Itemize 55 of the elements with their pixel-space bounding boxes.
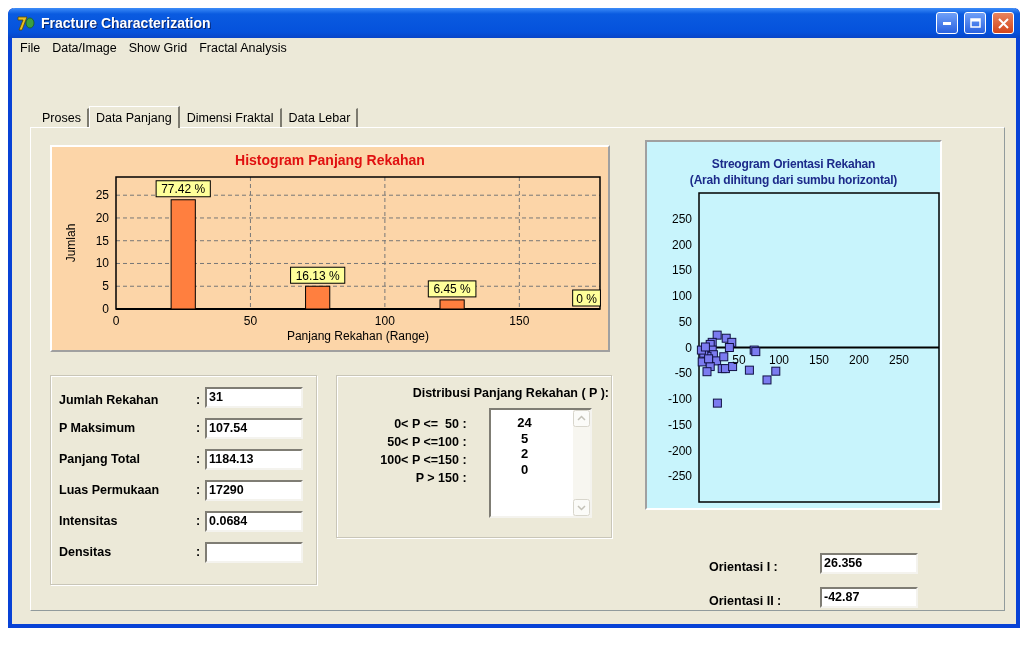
field-label: Orientasi I : <box>709 559 779 574</box>
tick-label: -100 <box>667 392 692 406</box>
tick-label: 200 <box>671 237 692 252</box>
tick-label: 50 <box>243 314 258 328</box>
tick-label: 5 <box>102 279 109 294</box>
tick-label: 10 <box>95 256 109 271</box>
tick-label: 0 <box>685 340 692 355</box>
axis-title: Panjang Rekahan (Range) <box>286 329 430 343</box>
value-label: 6.45 % <box>427 280 477 298</box>
tick-label: 50 <box>678 314 692 329</box>
chart-title: Streogram Orientasi Rekahan <box>711 156 876 172</box>
value-label: 77.42 % <box>155 180 211 198</box>
field-label: P Maksimum <box>59 421 137 435</box>
tick-label: 150 <box>809 352 829 367</box>
colon: : <box>196 421 202 435</box>
tick-label: 100 <box>769 352 789 367</box>
tick-label: 150 <box>509 314 530 328</box>
range-label: 50< P <=100 : <box>387 434 467 451</box>
colon: : <box>196 483 202 497</box>
range-label: 0< P <= 50 : <box>394 416 467 433</box>
axis-title: Jumlah <box>64 223 78 263</box>
value-label: 16.13 % <box>290 266 346 284</box>
tick-label: 100 <box>374 314 395 328</box>
chart-title: Histogram Panjang Rekahan <box>235 151 425 170</box>
range-label: P > 150 : <box>415 470 467 487</box>
chart-subtitle: (Arah dihitung dari sumbu horizontal) <box>689 172 898 188</box>
tick-label: 50 <box>732 352 746 367</box>
tick-label: 250 <box>671 211 692 226</box>
tick-label: 100 <box>671 289 692 303</box>
field-label: Luas Permukaan <box>59 483 161 497</box>
colon: : <box>196 392 202 407</box>
tick-label: -200 <box>667 443 692 458</box>
window-title: Fracture Characterization <box>41 15 212 31</box>
tick-label: 15 <box>95 233 109 248</box>
tick-label: -150 <box>667 417 692 432</box>
tick-label: 250 <box>889 352 909 367</box>
field-label: Jumlah Rekahan <box>59 392 160 407</box>
field-label: Intensitas <box>59 514 119 528</box>
range-label: 100< P <=150 : <box>380 452 467 469</box>
tick-label: 0 <box>112 314 120 328</box>
tick-label: 0 <box>102 302 109 316</box>
tick-label: 25 <box>95 188 109 203</box>
field-label: Densitas <box>59 545 113 559</box>
tick-label: -250 <box>667 469 692 484</box>
group-title: Distribusi Panjang Rekahan ( P ): <box>411 386 610 400</box>
colon: : <box>196 514 202 528</box>
colon: : <box>196 452 202 466</box>
value-label: 0 % <box>572 289 601 307</box>
field-label: Orientasi II : <box>709 593 783 608</box>
tick-label: 200 <box>849 352 869 367</box>
tick-label: -50 <box>674 366 692 381</box>
tick-label: 20 <box>95 210 109 225</box>
field-label: Panjang Total <box>59 452 142 466</box>
tick-label: 150 <box>671 263 692 278</box>
colon: : <box>196 545 202 559</box>
